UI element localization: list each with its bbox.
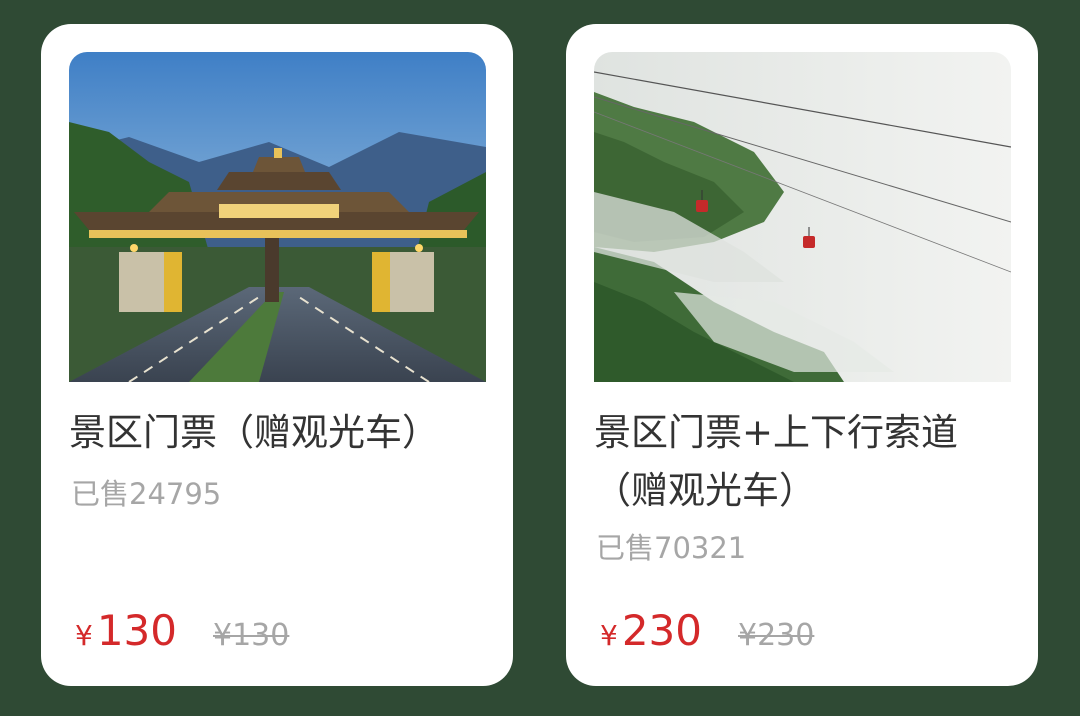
product-card-2[interactable]: 景区门票+上下行索道（赠观光车） 已售70321 ¥ 230 ¥230: [566, 24, 1038, 686]
original-price: ¥230: [738, 618, 815, 653]
price-row: ¥ 230 ¥230: [600, 606, 814, 666]
product-card-1[interactable]: 景区门票（赠观光车） 已售24795 ¥ 130 ¥130: [41, 24, 513, 686]
original-price: ¥130: [213, 618, 290, 653]
product-image-cable-car[interactable]: [594, 52, 1011, 382]
sale-price: 230: [621, 606, 702, 655]
product-title: 景区门票+上下行索道（赠观光车）: [594, 411, 959, 512]
currency-symbol: ¥: [600, 619, 618, 652]
product-image-gate[interactable]: [69, 52, 486, 382]
sold-count: 已售24795: [71, 477, 222, 511]
sale-price: 130: [96, 606, 177, 655]
gate-photo-illustration: [69, 52, 486, 382]
cable-car-photo-illustration: [594, 52, 1011, 382]
price-row: ¥ 130 ¥130: [75, 606, 289, 666]
product-title: 景区门票（赠观光车）: [69, 411, 439, 454]
sold-count: 已售70321: [596, 531, 747, 565]
currency-symbol: ¥: [75, 619, 93, 652]
